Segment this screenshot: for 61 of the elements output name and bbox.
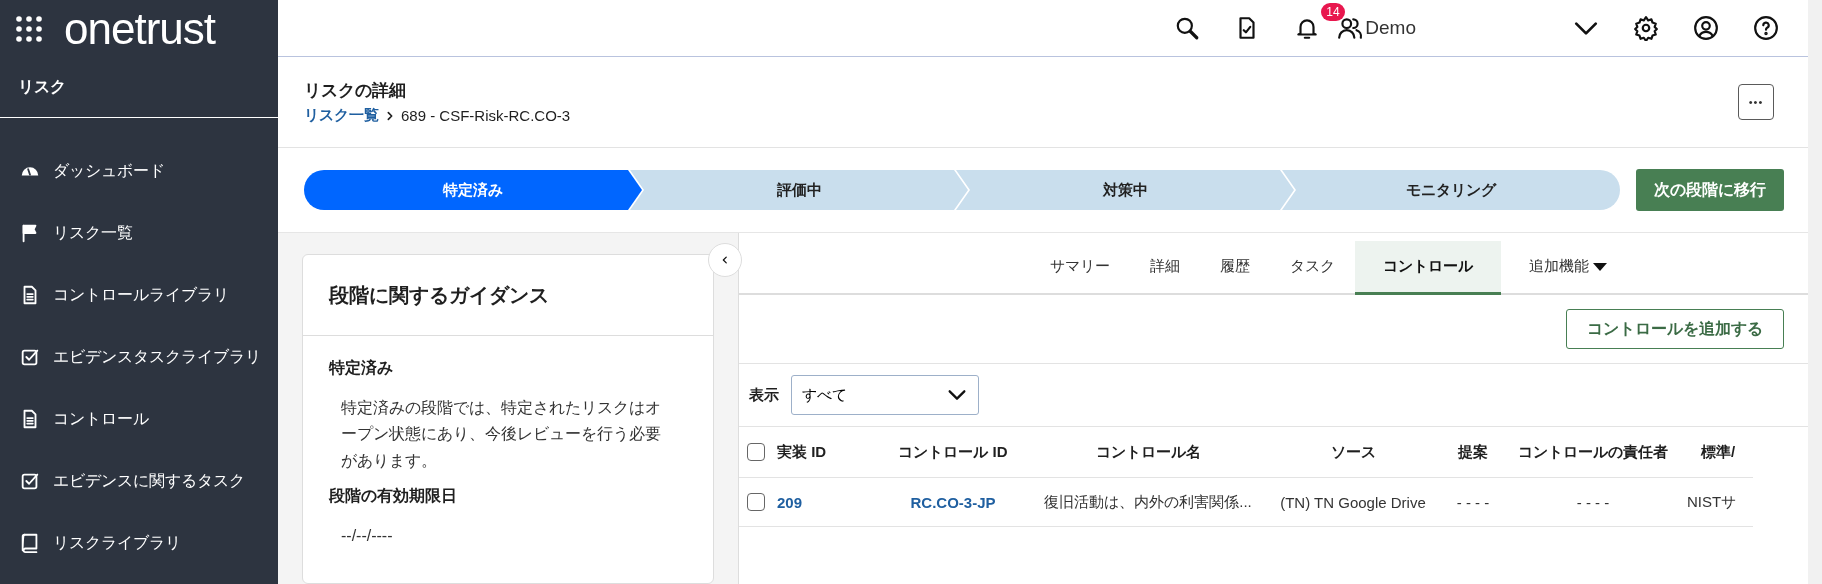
sidebar-item[interactable]: コントロールライブラリ — [0, 264, 278, 326]
help-icon — [1753, 15, 1779, 41]
breadcrumb-current: 689 - CSF-Risk-RC.CO-3 — [401, 107, 571, 124]
column-header[interactable]: コントロール名 — [1095, 442, 1201, 460]
tab[interactable]: コントロール — [1355, 241, 1501, 295]
profile-button[interactable] — [1693, 15, 1719, 41]
settings-icon — [1633, 15, 1659, 41]
select-all-checkbox[interactable] — [747, 443, 765, 461]
user-circle-icon — [1693, 15, 1719, 41]
table-link[interactable]: RC.CO-3-JP — [910, 493, 996, 511]
sidebar-item[interactable]: エビデンスに関するタスク — [0, 450, 278, 512]
column-header[interactable]: 実装 ID — [777, 442, 827, 460]
dropdown-triangle-icon — [1593, 261, 1607, 272]
notification-count: 14 — [1321, 3, 1345, 21]
page-title: リスクの詳細 — [304, 80, 407, 102]
guidance-title: 段階に関するガイダンス — [329, 282, 549, 308]
sidebar-item[interactable]: リスクライブラリ — [0, 512, 278, 574]
brand-logo: onetrust — [64, 6, 215, 51]
row-checkbox[interactable] — [747, 493, 765, 511]
tab[interactable]: 詳細 — [1130, 241, 1200, 295]
stage-step[interactable]: 評価中 — [630, 170, 968, 210]
column-header[interactable]: コントロールの責任者 — [1518, 442, 1668, 460]
tab[interactable]: 履歴 — [1200, 241, 1270, 295]
more-button[interactable]: ••• — [1738, 84, 1774, 120]
sidebar-item[interactable]: リスク一覧 — [0, 202, 278, 264]
search-icon — [1174, 15, 1201, 41]
table-cell: (TN) TN Google Drive — [1280, 493, 1426, 511]
breadcrumb-link[interactable]: リスク一覧 — [304, 106, 379, 125]
sidebar-item[interactable]: ダッシュボード — [0, 140, 278, 202]
breadcrumb-chevron-icon — [385, 110, 395, 121]
filter-dropdown[interactable]: すべて — [791, 375, 979, 415]
table-link[interactable]: 209 — [777, 493, 803, 511]
expiry-value: --/--/---- — [340, 526, 394, 547]
stage-step[interactable]: 特定済み — [304, 170, 642, 210]
tab[interactable]: サマリー — [1030, 241, 1130, 295]
sidebar-item[interactable]: コントロール — [0, 388, 278, 450]
table-cell: 復旧活動は、内外の利害関係... — [1044, 492, 1252, 510]
column-header[interactable]: コントロール ID — [898, 442, 1008, 460]
stage-description: 特定済みの段階では、特定されたリスクはオープン状態にあり、今後レビューを行う必要があります。 — [340, 398, 662, 471]
table-cell: - - - - — [1456, 493, 1490, 511]
sidebar-item[interactable]: エビデンスタスクライブラリ — [0, 326, 278, 388]
tab[interactable]: 追加機能 — [1509, 241, 1627, 295]
column-header[interactable]: 提案 — [1458, 442, 1488, 460]
table-cell: - - - - — [1576, 493, 1610, 511]
stage-step[interactable]: モニタリング — [1282, 170, 1620, 210]
table-cell: NISTサ — [1687, 492, 1737, 510]
add-control-button[interactable]: コントロールを追加する — [1566, 309, 1784, 349]
user-name[interactable]: Demo — [1365, 17, 1416, 39]
filter-label: 表示 — [749, 385, 779, 405]
app-grid-icon[interactable] — [16, 15, 42, 42]
expiry-heading: 段階の有効期限日 — [329, 486, 458, 507]
stage-heading: 特定済み — [329, 358, 394, 378]
column-header[interactable]: 標準/ — [1700, 442, 1736, 460]
settings-button[interactable] — [1633, 15, 1659, 41]
stage-step[interactable]: 対策中 — [956, 170, 1294, 210]
help-button[interactable] — [1753, 15, 1779, 41]
tab[interactable]: タスク — [1270, 241, 1355, 295]
next-stage-button[interactable]: 次の段階に移行 — [1636, 169, 1784, 211]
users-icon — [1337, 15, 1364, 41]
search-button[interactable] — [1174, 15, 1201, 41]
column-header[interactable]: ソース — [1330, 442, 1376, 460]
